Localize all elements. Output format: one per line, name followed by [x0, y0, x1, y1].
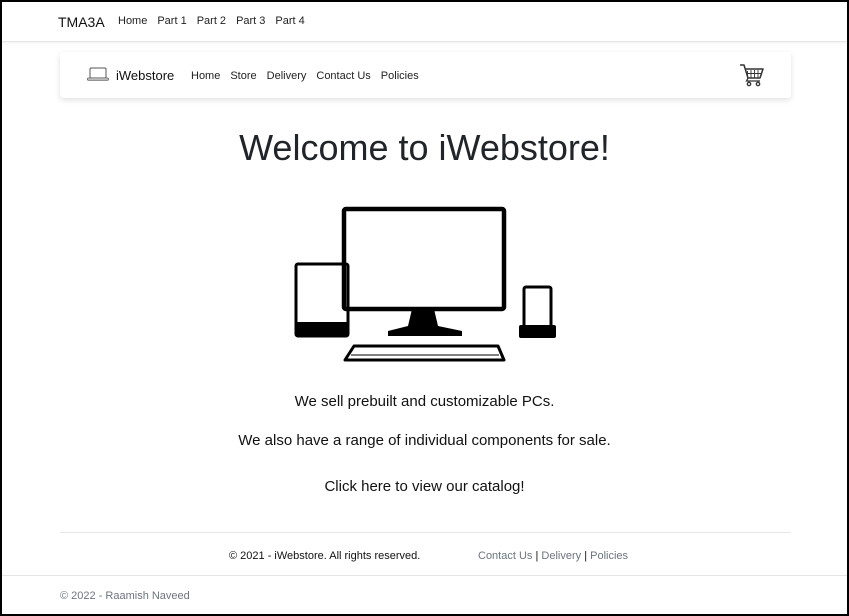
- store-copyright: © 2021 - iWebstore. All rights reserved.: [229, 550, 421, 562]
- footer-link-policies[interactable]: Policies: [590, 550, 628, 562]
- footer-divider: [60, 532, 791, 533]
- top-nav-part-1[interactable]: Part 1: [157, 15, 186, 27]
- footer-link-delivery[interactable]: Delivery: [541, 550, 581, 562]
- store-nav-policies[interactable]: Policies: [381, 70, 419, 82]
- top-nav-links: Home Part 1 Part 2 Part 3 Part 4: [118, 15, 305, 27]
- tagline-prebuilt: We sell prebuilt and customizable PCs.: [294, 393, 555, 410]
- footer-links: Contact Us | Delivery | Policies: [478, 550, 628, 562]
- laptop-icon: [87, 67, 109, 86]
- top-brand-link[interactable]: TMA3A: [58, 14, 105, 30]
- devices-illustration-icon: [292, 205, 562, 370]
- top-nav-part-3[interactable]: Part 3: [236, 15, 265, 27]
- shopping-cart-icon[interactable]: [739, 63, 765, 92]
- top-nav-home[interactable]: Home: [118, 15, 147, 27]
- footer-separator: |: [584, 550, 588, 562]
- top-nav-part-2[interactable]: Part 2: [197, 15, 226, 27]
- store-nav-store[interactable]: Store: [230, 70, 256, 82]
- bottom-footer: © 2022 - Raamish Naveed: [2, 575, 847, 614]
- store-brand-link[interactable]: iWebstore: [116, 68, 174, 83]
- footer-separator: |: [535, 550, 539, 562]
- store-nav-delivery[interactable]: Delivery: [267, 70, 307, 82]
- page-frame: TMA3A Home Part 1 Part 2 Part 3 Part 4 i…: [0, 0, 849, 616]
- footer-link-contact-us[interactable]: Contact Us: [478, 550, 532, 562]
- author-copyright: © 2022 - Raamish Naveed: [60, 590, 190, 602]
- top-nav-part-4[interactable]: Part 4: [275, 15, 304, 27]
- store-nav-contact-us[interactable]: Contact Us: [316, 70, 370, 82]
- store-navbar: iWebstore Home Store Delivery Contact Us…: [60, 52, 791, 98]
- catalog-link[interactable]: Click here to view our catalog!: [2, 478, 847, 495]
- store-nav-links: Home Store Delivery Contact Us Policies: [191, 70, 419, 82]
- store-nav-home[interactable]: Home: [191, 70, 220, 82]
- tagline-components: We also have a range of individual compo…: [238, 432, 611, 449]
- top-navbar: TMA3A Home Part 1 Part 2 Part 3 Part 4: [2, 2, 847, 42]
- page-title: Welcome to iWebstore!: [239, 127, 610, 168]
